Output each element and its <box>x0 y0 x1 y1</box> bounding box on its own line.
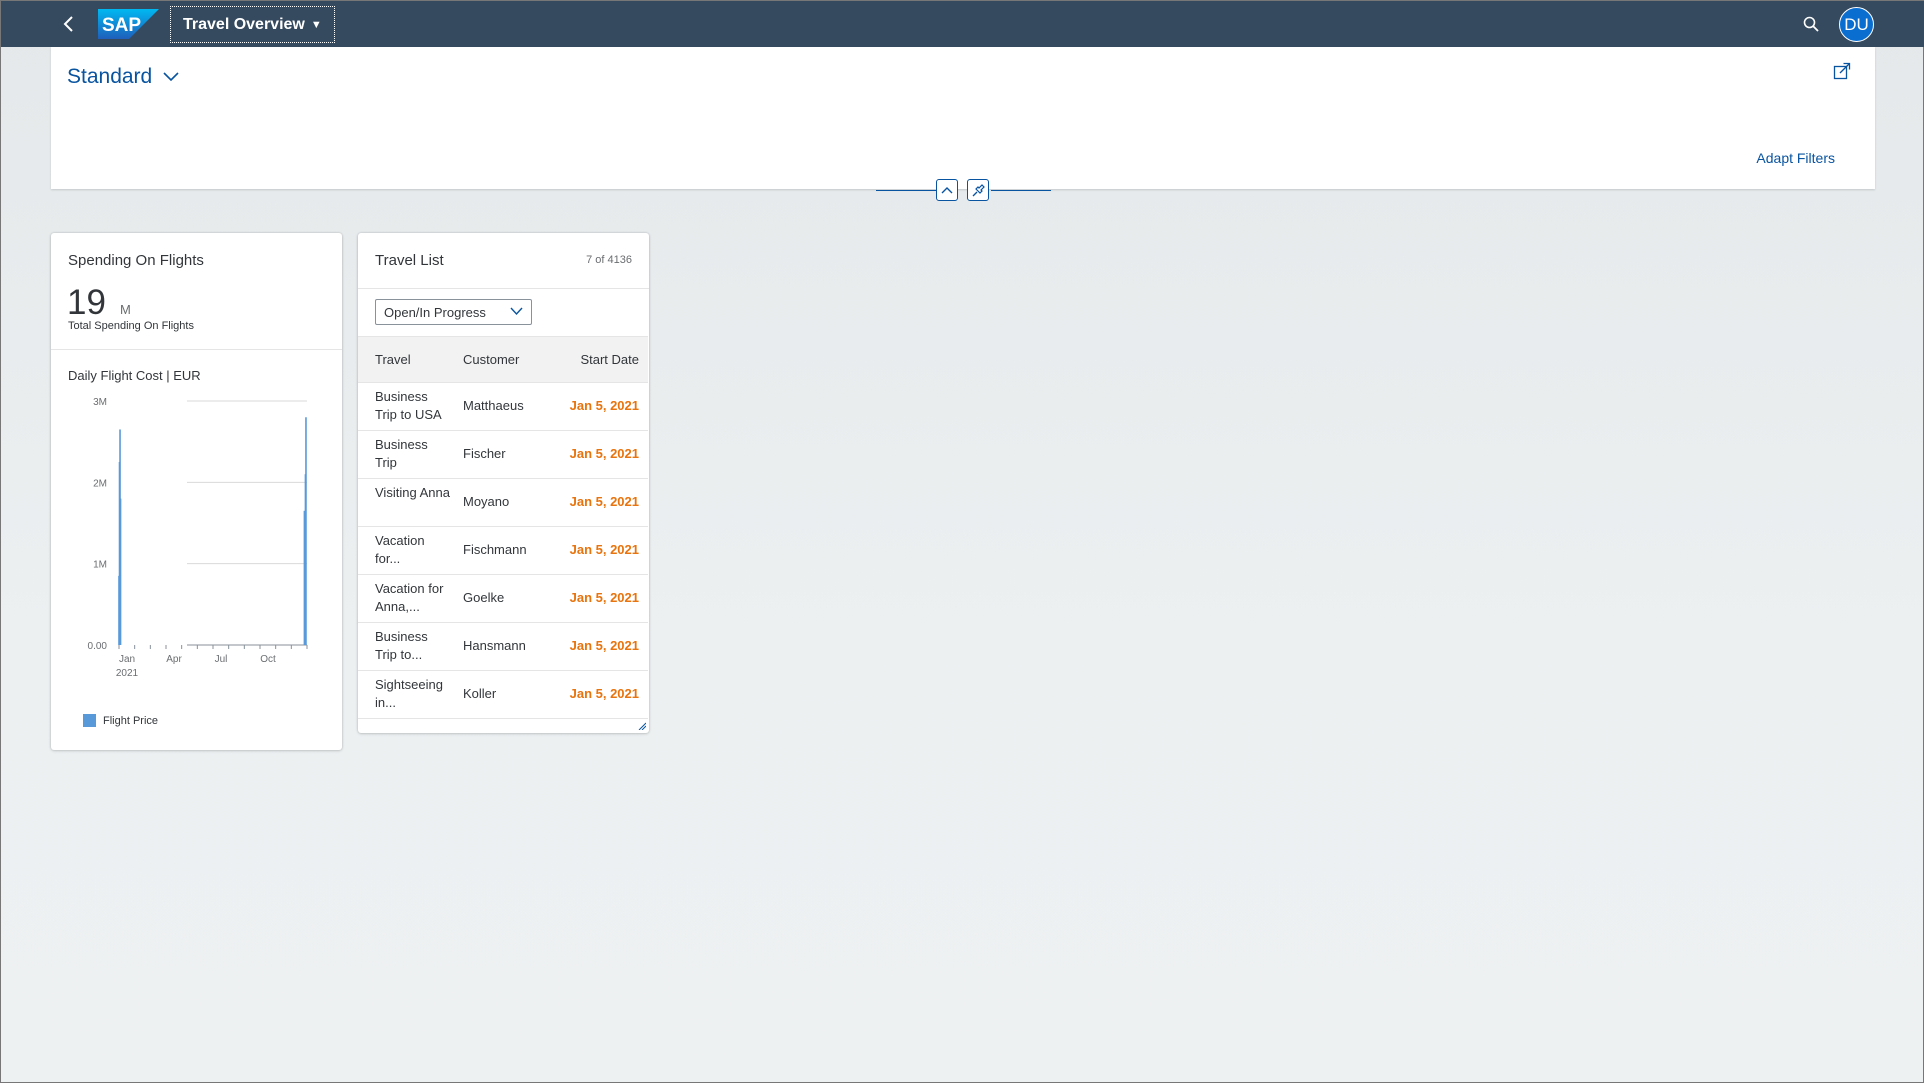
cell-customer: Moyano <box>463 494 510 509</box>
cell-customer: Koller <box>463 686 497 701</box>
kpi-unit: M <box>120 302 131 317</box>
chevron-down-icon <box>510 307 523 316</box>
table-row[interactable]: Visiting Anna Moyano Jan 5, 2021 <box>358 479 648 527</box>
avatar-initials: DU <box>1844 14 1869 34</box>
table-row[interactable]: Vacation for... Fischmann Jan 5, 2021 <box>358 527 648 575</box>
filter-header: Standard Adapt Filters <box>51 47 1875 189</box>
pin-header-button[interactable] <box>967 179 989 201</box>
back-icon[interactable] <box>59 14 79 34</box>
cell-start-date: Jan 5, 2021 <box>569 638 639 653</box>
cell-travel: Sightseeing in... <box>375 677 443 710</box>
cell-travel: Business Trip <box>375 437 428 470</box>
table-header: Travel Customer Start Date <box>358 336 648 383</box>
cell-travel: Business Trip to... <box>375 629 428 662</box>
chevron-down-icon <box>163 72 179 82</box>
x-tick-label: Jul <box>215 654 228 665</box>
y-tick-label: 0.00 <box>88 641 108 652</box>
column-header-start-date[interactable]: Start Date <box>580 352 639 367</box>
chart-bar <box>305 417 307 645</box>
status-filter-select[interactable]: Open/In Progress <box>375 299 532 325</box>
variant-label: Standard <box>67 65 153 88</box>
cell-customer: Matthaeus <box>463 398 524 413</box>
table-row[interactable]: Business Trip to... Hansmann Jan 5, 2021 <box>358 623 648 671</box>
chart-title: Daily Flight Cost | EUR <box>68 368 201 383</box>
logo-text: SAP <box>102 15 141 36</box>
user-avatar[interactable]: DU <box>1839 7 1874 42</box>
sap-logo[interactable]: SAP <box>98 9 159 39</box>
cell-travel: Business Trip to USA <box>375 389 442 422</box>
header-divider-left <box>876 190 936 191</box>
table-row[interactable]: Business Trip Fischer Jan 5, 2021 <box>358 431 648 479</box>
cell-customer: Goelke <box>463 590 505 605</box>
x-year-label: 2021 <box>116 668 139 679</box>
flight-cost-chart[interactable]: 3M 2M 1M 0.00 Jan Apr Jul Oct 2021 <box>51 383 342 708</box>
collapse-header-button[interactable] <box>936 179 958 201</box>
card-title: Travel List <box>375 252 444 269</box>
y-tick-label: 3M <box>93 397 107 408</box>
item-count: 7 of 4136 <box>586 254 632 266</box>
table-row[interactable]: Sightseeing in... Koller Jan 5, 2021 <box>358 671 648 719</box>
y-tick-label: 2M <box>93 478 107 489</box>
shell-bar: SAP Travel Overview ▼ DU <box>1 1 1924 47</box>
cell-start-date: Jan 5, 2021 <box>569 446 639 461</box>
table-row[interactable]: Vacation for Anna,... Goelke Jan 5, 2021 <box>358 575 648 623</box>
kpi-value: 19 <box>67 283 106 322</box>
cell-customer: Fischer <box>463 446 506 461</box>
cell-start-date: Jan 5, 2021 <box>569 590 639 605</box>
spending-card[interactable]: Spending On Flights 19 M Total Spending … <box>51 233 342 750</box>
column-header-customer[interactable]: Customer <box>463 352 519 367</box>
legend-swatch <box>83 714 96 727</box>
cell-start-date: Jan 5, 2021 <box>569 398 639 413</box>
table-row[interactable]: Business Trip to USA Matthaeus Jan 5, 2021 <box>358 383 648 431</box>
caret-down-icon: ▼ <box>310 18 322 31</box>
y-tick-label: 1M <box>93 560 107 571</box>
select-value: Open/In Progress <box>384 304 486 320</box>
card-separator <box>358 288 649 289</box>
chart-legend[interactable]: Flight Price <box>83 714 158 727</box>
adapt-filters-link[interactable]: Adapt Filters <box>1756 150 1835 166</box>
travel-list-card[interactable]: Travel List 7 of 4136 Open/In Progress T… <box>358 233 649 733</box>
cell-start-date: Jan 5, 2021 <box>569 542 639 557</box>
cell-customer: Fischmann <box>463 542 527 557</box>
share-icon[interactable] <box>1833 62 1851 80</box>
card-title: Spending On Flights <box>68 252 204 269</box>
x-tick-label: Jan <box>119 654 135 665</box>
resize-handle-icon[interactable] <box>638 722 646 730</box>
card-separator <box>51 349 342 350</box>
collapse-icon <box>941 187 953 194</box>
app-title: Travel Overview <box>183 15 305 33</box>
x-tick-label: Oct <box>260 654 276 665</box>
cell-customer: Hansmann <box>463 638 526 653</box>
chart-bar <box>119 498 122 645</box>
cell-start-date: Jan 5, 2021 <box>569 686 639 701</box>
cell-start-date: Jan 5, 2021 <box>569 494 639 509</box>
legend-label: Flight Price <box>103 714 159 727</box>
header-divider-right <box>991 190 1051 191</box>
app-title-menu[interactable]: Travel Overview ▼ <box>170 6 335 43</box>
column-header-travel[interactable]: Travel <box>375 352 411 367</box>
cell-travel: Vacation for Anna,... <box>375 581 444 614</box>
cell-travel: Vacation for... <box>375 533 425 566</box>
pin-icon <box>972 183 985 196</box>
x-tick-label: Apr <box>166 654 182 665</box>
cell-travel: Visiting Anna <box>375 485 450 500</box>
kpi-subtitle: Total Spending On Flights <box>68 320 194 332</box>
variant-selector[interactable]: Standard <box>67 65 180 89</box>
search-icon[interactable] <box>1802 15 1820 33</box>
